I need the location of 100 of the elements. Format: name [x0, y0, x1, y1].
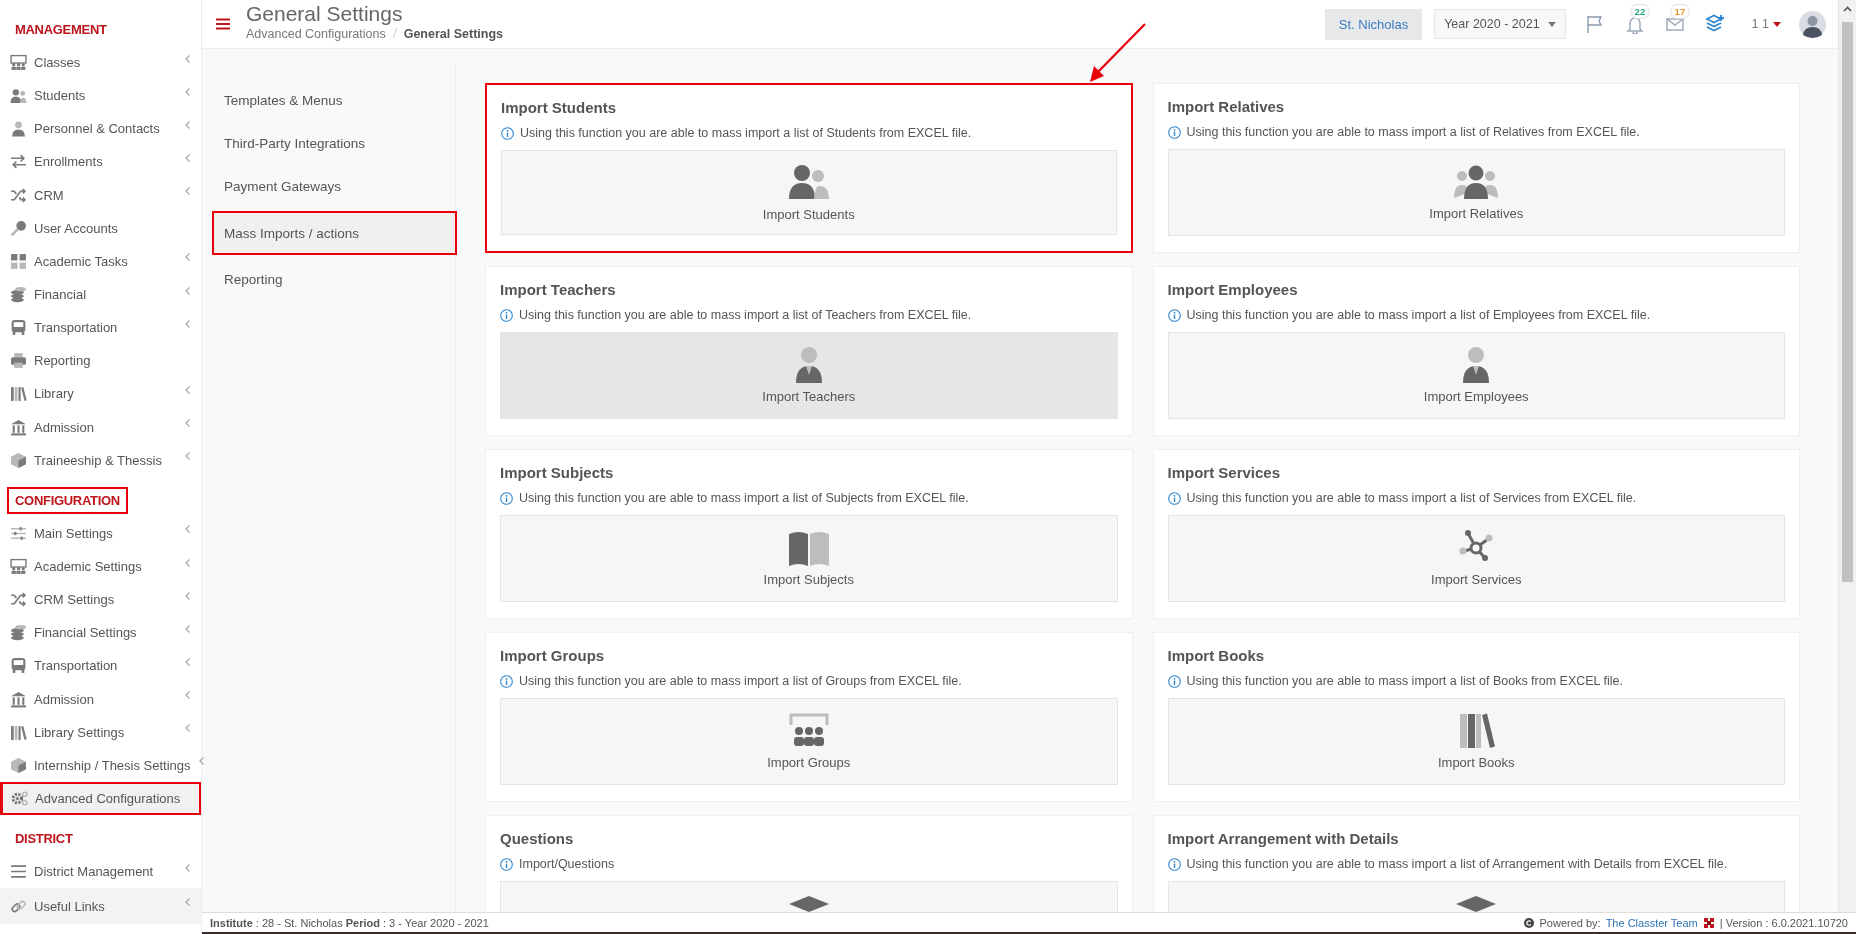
year-dropdown[interactable]: Year 2020 - 2021 — [1434, 9, 1566, 39]
import-tile[interactable]: Import Services — [1167, 515, 1785, 602]
coins-icon — [10, 286, 27, 304]
sidebar-item[interactable]: Library Settings — [0, 715, 201, 749]
import-tile[interactable]: Import Employees — [1167, 332, 1785, 419]
info-icon — [1167, 491, 1181, 505]
sidebar-item[interactable]: Admission — [0, 410, 201, 444]
info-text: Using this function you are able to mass import a list of Subjects from EXCEL file. — [519, 491, 969, 505]
sidebar-item[interactable]: Library — [0, 377, 201, 411]
exchange-arrows-icon — [10, 153, 27, 171]
sidebar-item[interactable]: Academic Tasks — [0, 244, 201, 278]
card-title: Import Arrangement with Details — [1167, 830, 1400, 847]
books-icon — [10, 385, 27, 403]
card-title: Import Groups — [500, 647, 606, 664]
scrollbar[interactable] — [1838, 0, 1856, 912]
classroom-icon — [10, 558, 27, 576]
breadcrumb-current: General Settings — [403, 27, 504, 41]
settings-menu-item[interactable]: Third-Party Integrations — [212, 123, 457, 164]
sidebar-item[interactable]: Main Settings — [0, 516, 201, 550]
section-heading: DISTRICT — [14, 830, 74, 849]
sidebar-item[interactable]: Classes — [0, 46, 201, 80]
sidebar-item[interactable]: Transportation — [0, 311, 201, 345]
menu-icon[interactable] — [216, 18, 230, 30]
sidebar-item[interactable]: Academic Settings — [0, 549, 201, 584]
copyright-icon — [1524, 917, 1535, 928]
user-name[interactable]: 1 1 — [1751, 17, 1769, 31]
info-icon — [1167, 857, 1181, 871]
info-text: Using this function you are able to mass import a list of Teachers from EXCEL file. — [519, 308, 972, 322]
grid-icon — [10, 252, 27, 270]
import-tile[interactable]: Import Subjects — [500, 515, 1118, 602]
info-icon — [501, 126, 514, 140]
sidebar-item[interactable]: Internship / Thesis Settings — [0, 748, 201, 782]
breadcrumb-link[interactable]: Advanced Configurations — [246, 27, 386, 41]
shuffle-icon — [10, 186, 27, 204]
info-text: Using this function you are able to mass import a list of Books from EXCEL file. — [1186, 674, 1624, 688]
sidebar-item[interactable]: Reporting — [0, 344, 201, 378]
info-text: Using this function you are able to mass import a list of Services from EXCEL file. — [1186, 491, 1637, 505]
sidebar-item[interactable]: Financial — [0, 278, 201, 312]
info-icon — [1167, 125, 1181, 139]
classroom-icon — [10, 54, 27, 72]
team-link[interactable]: The Classter Team — [1605, 916, 1698, 929]
info-text: Using this function you are able to mass import a list of Arrangement with Details from EXCEL file. — [1186, 857, 1728, 871]
sidebar-item[interactable]: Advanced Configurations — [0, 781, 201, 816]
info-icon — [1167, 308, 1181, 322]
import-tile[interactable]: Import Groups — [500, 698, 1118, 785]
info-icon — [1167, 674, 1181, 688]
caret-icon[interactable] — [1773, 21, 1781, 27]
card-title: Import Students — [501, 99, 617, 116]
sidebar-item[interactable]: District Management — [0, 855, 201, 889]
cube-icon — [10, 451, 27, 469]
info-icon — [500, 308, 513, 322]
sidebar-item[interactable]: Personnel & Contacts — [0, 112, 201, 146]
sidebar-item[interactable]: CRM — [0, 178, 201, 212]
info-icon — [500, 857, 513, 871]
notification-badge: 22 — [1629, 4, 1651, 19]
settings-menu-item[interactable]: Payment Gateways — [212, 166, 457, 207]
info-icon — [500, 674, 513, 688]
logo-icon — [1702, 916, 1715, 929]
import-tile[interactable]: Import Relatives — [1167, 149, 1785, 236]
section-heading: CONFIGURATION — [7, 486, 128, 514]
info-text: Using this function you are able to mass import a list of Employees from EXCEL file. — [1186, 308, 1651, 322]
card-title: Import Services — [1167, 464, 1282, 481]
settings-menu-item[interactable]: Templates & Menus — [212, 80, 457, 121]
sidebar-item[interactable]: Transportation — [0, 649, 201, 683]
card-title: Import Employees — [1167, 281, 1299, 298]
card-title: Questions — [500, 830, 575, 847]
notification-badge: 17 — [1669, 4, 1691, 19]
sidebar-item[interactable]: Traineeship & Thessis — [0, 443, 201, 477]
flag-icon[interactable] — [1584, 14, 1605, 34]
books-icon — [10, 723, 27, 741]
powered-by-text: Powered by: — [1539, 916, 1601, 929]
printer-icon — [10, 352, 27, 370]
caret-icon — [1547, 21, 1556, 27]
cube-icon — [10, 756, 27, 774]
list-icon — [10, 863, 27, 881]
version-text: | Version : 6.0.2021.10720 — [1719, 916, 1848, 929]
info-text: Import/Questions — [519, 857, 615, 871]
sidebar-item[interactable]: Financial Settings — [0, 616, 201, 650]
key-icon — [10, 219, 27, 237]
institute-button[interactable]: St. Nicholas — [1324, 8, 1423, 40]
layers-plus-icon[interactable] — [1704, 14, 1725, 34]
sidebar-item[interactable]: Students — [0, 79, 201, 113]
card-title: Import Subjects — [500, 464, 615, 481]
bus-icon — [10, 657, 27, 675]
sidebar-item[interactable]: CRM Settings — [0, 583, 201, 617]
users-icon — [10, 87, 27, 105]
import-tile[interactable]: Import Students — [501, 150, 1117, 235]
settings-menu-item[interactable]: Mass Imports / actions — [212, 211, 457, 255]
link-icon — [10, 897, 27, 915]
import-tile[interactable]: Import Teachers — [500, 332, 1118, 419]
sidebar-item[interactable]: Admission — [0, 682, 201, 716]
sidebar-item[interactable]: User Accounts — [0, 211, 201, 245]
settings-menu-item[interactable]: Reporting — [212, 259, 457, 300]
sidebar-item[interactable]: Useful Links — [0, 888, 201, 924]
info-icon — [500, 491, 513, 505]
sidebar-item[interactable]: Enrollments — [0, 145, 201, 179]
breadcrumb-separator-icon — [391, 27, 398, 39]
page-title: General Settings — [246, 1, 404, 27]
import-tile[interactable]: Import Books — [1167, 698, 1785, 785]
avatar[interactable] — [1799, 10, 1826, 38]
